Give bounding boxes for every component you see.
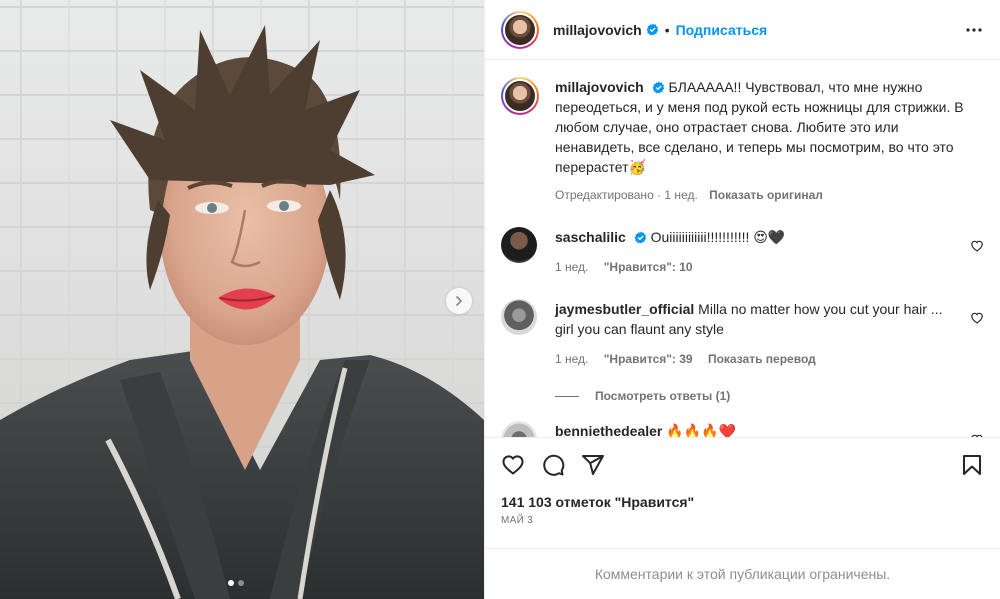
commenter-avatar[interactable] — [501, 227, 537, 263]
author-avatar[interactable] — [501, 10, 539, 49]
post-actions-area: 141 103 отметок "Нравится" МАЙ 3 — [485, 437, 1000, 526]
comment-text: Ouiiiiiiiiiiii!!!!!!!!!!! 😍🖤 — [650, 229, 786, 245]
view-replies-button[interactable]: Посмотреть ответы (1) — [555, 389, 984, 403]
post-caption: millajovovich БЛААААА!! Чувствовал, что … — [501, 77, 984, 205]
comment-text: 🔥🔥🔥❤️ — [666, 423, 736, 437]
replies-divider — [555, 395, 579, 397]
caption-edited-time: Отредактировано · 1 нед. — [555, 188, 698, 202]
translate-link[interactable]: Показать перевод — [708, 352, 816, 366]
more-horizontal-icon — [966, 27, 982, 32]
comment-item: saschalilic Ouiiiiiiiiiiii!!!!!!!!!!! 😍🖤… — [501, 227, 984, 277]
heart-icon[interactable] — [501, 453, 525, 477]
comment-likes[interactable]: "Нравится": 10 — [604, 260, 693, 274]
post-side-panel: millajovovich • Подписаться millajovovic… — [484, 0, 1000, 599]
chevron-right-icon — [456, 296, 462, 306]
comment-time[interactable]: 1 нед. — [555, 352, 588, 366]
comment-time[interactable]: 1 нед. — [555, 260, 588, 274]
commenter-username[interactable]: saschalilic — [555, 229, 626, 245]
instagram-post: millajovovich • Подписаться millajovovic… — [0, 0, 1000, 599]
show-original-link[interactable]: Показать оригинал — [709, 188, 823, 202]
carousel-dot — [238, 580, 244, 586]
verified-badge-icon — [634, 231, 646, 244]
verified-badge-icon — [646, 23, 658, 36]
author-username[interactable]: millajovovich — [553, 22, 642, 38]
post-date[interactable]: МАЙ 3 — [501, 515, 984, 526]
header-separator: • — [664, 21, 670, 38]
like-comment-icon[interactable] — [970, 311, 984, 325]
comment-item: jaymesbutler_official Milla no matter ho… — [501, 299, 984, 369]
comments-limited-notice: Комментарии к этой публикации ограничены… — [485, 548, 1000, 599]
commenter-avatar[interactable] — [501, 299, 537, 335]
carousel-indicator — [228, 580, 244, 586]
follow-button[interactable]: Подписаться — [676, 22, 768, 38]
share-icon[interactable] — [581, 453, 605, 477]
comment-likes[interactable]: "Нравится": 39 — [604, 352, 693, 366]
like-comment-icon[interactable] — [970, 239, 984, 253]
post-header: millajovovich • Подписаться — [485, 0, 1000, 60]
comments-section[interactable]: millajovovich БЛААААА!! Чувствовал, что … — [485, 61, 1000, 437]
more-options-button[interactable] — [962, 18, 986, 42]
comment-meta: 1 нед. "Нравится": 10 — [555, 257, 965, 277]
caption-author-avatar[interactable] — [501, 77, 539, 115]
comment-meta: 1 нед. "Нравится": 39 Показать перевод — [555, 349, 965, 369]
likes-count[interactable]: 141 103 отметок "Нравится" — [501, 494, 984, 510]
verified-badge-icon — [652, 81, 664, 94]
caption-meta: Отредактировано · 1 нед. Показать оригин… — [555, 185, 975, 205]
caption-author-username[interactable]: millajovovich — [555, 79, 644, 95]
carousel-dot-active — [228, 580, 234, 586]
carousel-next-button[interactable] — [446, 288, 472, 314]
post-photo[interactable] — [0, 0, 484, 599]
comment-icon[interactable] — [541, 453, 565, 477]
comment-item: benniethedealer 🔥🔥🔥❤️ — [501, 421, 984, 437]
commenter-username[interactable]: benniethedealer — [555, 423, 662, 437]
view-replies-label: Посмотреть ответы (1) — [595, 389, 731, 403]
action-bar — [501, 438, 984, 492]
commenter-avatar[interactable] — [501, 421, 537, 437]
portrait-illustration — [0, 25, 484, 599]
commenter-username[interactable]: jaymesbutler_official — [555, 301, 694, 317]
bookmark-icon[interactable] — [960, 453, 984, 477]
